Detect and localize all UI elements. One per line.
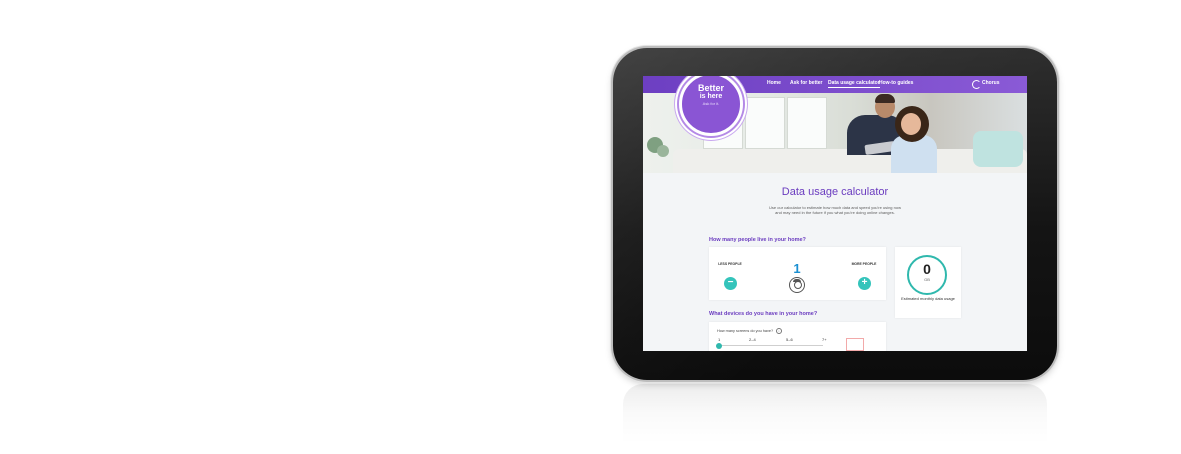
person-avatar-icon bbox=[789, 277, 805, 293]
badge-line-2: is here bbox=[699, 93, 723, 100]
tablet-screen: Home Ask for better Data usage calculato… bbox=[643, 76, 1027, 351]
page-title: Data usage calculator bbox=[781, 186, 889, 198]
screens-slider-track[interactable] bbox=[719, 345, 823, 346]
brand-logo[interactable]: Chorus bbox=[982, 80, 1000, 86]
screens-question: How many screens do you have? bbox=[717, 329, 774, 333]
people-question: How many people live in your home? bbox=[709, 237, 806, 243]
nav-how-to-guides[interactable]: How-to guides bbox=[879, 80, 913, 86]
chorus-logo-icon bbox=[972, 80, 981, 89]
increase-people-button[interactable]: + bbox=[858, 277, 871, 290]
slider-tick-1: 1 bbox=[718, 337, 721, 342]
more-people-label: MORE PEOPLE bbox=[851, 262, 877, 266]
usage-unit: GB bbox=[924, 277, 930, 282]
less-people-label: LESS PEOPLE bbox=[718, 262, 742, 266]
decrease-people-button[interactable]: − bbox=[724, 277, 737, 290]
usage-gauge: 0 GB bbox=[907, 255, 947, 295]
tablet-reflection bbox=[623, 384, 1047, 444]
intro-text-line-2: and may need in the future if you what y… bbox=[775, 210, 895, 215]
nav-data-usage-calculator[interactable]: Data usage calculator bbox=[828, 80, 880, 88]
slider-tick-2-4: 2–4 bbox=[749, 337, 756, 342]
usage-label: Estimated monthly data usage bbox=[901, 296, 955, 301]
usage-value: 0 bbox=[923, 261, 931, 277]
highlight-box bbox=[846, 338, 864, 351]
screens-slider-thumb[interactable] bbox=[716, 342, 722, 349]
people-count: 1 bbox=[793, 261, 801, 276]
nav-home[interactable]: Home bbox=[767, 80, 781, 86]
slider-tick-7-plus: 7+ bbox=[822, 337, 827, 342]
info-icon[interactable]: i bbox=[776, 328, 782, 334]
nav-ask-for-better[interactable]: Ask for better bbox=[790, 80, 823, 86]
slider-tick-5-6: 5–6 bbox=[786, 337, 793, 342]
devices-card: How many screens do you have? i 1 2–4 5–… bbox=[709, 322, 886, 351]
devices-question: What devices do you have in your home? bbox=[709, 311, 818, 317]
usage-card: 0 GB Estimated monthly data usage bbox=[895, 247, 961, 318]
badge-line-1: Better bbox=[697, 83, 724, 93]
badge-line-3: Ask for it. bbox=[702, 101, 720, 106]
